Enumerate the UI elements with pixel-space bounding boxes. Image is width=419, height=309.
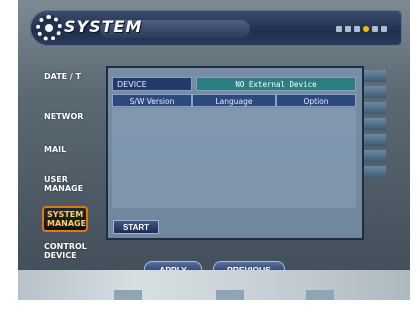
strip-cell xyxy=(364,166,386,178)
column-headers: S/W Version Language Option xyxy=(112,94,356,107)
screen-bottom-edge xyxy=(18,270,410,300)
edge-mark xyxy=(114,290,142,300)
monitor-screen: SYSTEM DATE / T NETWOR MAIL USER MANAGE … xyxy=(18,0,410,300)
status-active-icon xyxy=(363,26,369,32)
strip-cell xyxy=(364,86,386,98)
menu-item-mail[interactable]: MAIL xyxy=(44,145,104,154)
device-value: NO External Device xyxy=(196,77,356,91)
status-icon xyxy=(354,26,360,32)
menu-item-network[interactable]: NETWOR xyxy=(44,112,104,121)
column-header-sw-version: S/W Version xyxy=(112,94,192,107)
strip-cell xyxy=(364,134,386,146)
menu-item-date-time[interactable]: DATE / T xyxy=(44,72,104,81)
column-header-language: Language xyxy=(192,94,276,107)
edge-mark xyxy=(216,290,244,300)
strip-cell xyxy=(364,118,386,130)
column-header-option: Option xyxy=(276,94,356,107)
page-title: SYSTEM xyxy=(64,17,143,36)
device-label: DEVICE xyxy=(112,77,192,91)
strip-cell xyxy=(364,150,386,162)
status-icon xyxy=(336,26,342,32)
menu-item-system-manage[interactable]: SYSTEM MANAGE xyxy=(42,206,88,232)
menu-item-user-manage[interactable]: USER MANAGE xyxy=(44,175,84,193)
device-row: DEVICE NO External Device xyxy=(112,77,356,91)
system-gear-icon xyxy=(36,15,62,41)
start-button[interactable]: START xyxy=(113,220,159,234)
device-dialog: DEVICE NO External Device S/W Version La… xyxy=(106,66,364,240)
device-list xyxy=(112,108,356,208)
status-icons xyxy=(336,26,387,32)
strip-cell xyxy=(364,102,386,114)
menu-item-control-device[interactable]: CONTROL DEVICE xyxy=(44,242,92,260)
edge-mark xyxy=(306,290,334,300)
status-icon xyxy=(381,26,387,32)
strip-cell xyxy=(364,70,386,82)
status-icon xyxy=(345,26,351,32)
status-icon xyxy=(372,26,378,32)
